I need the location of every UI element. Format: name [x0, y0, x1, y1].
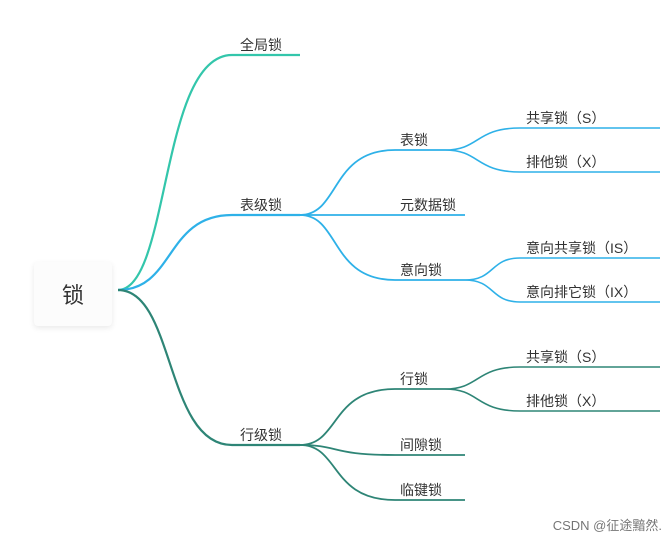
- node-row-shared[interactable]: 共享锁（S）: [526, 347, 605, 370]
- node-table-level-lock[interactable]: 表级锁: [240, 195, 282, 218]
- node-table-exclusive[interactable]: 排他锁（X）: [526, 152, 605, 175]
- node-gap-lock[interactable]: 间隙锁: [400, 435, 442, 458]
- root-node[interactable]: 锁: [34, 262, 112, 326]
- node-table-lock[interactable]: 表锁: [400, 130, 428, 153]
- node-row-level-lock[interactable]: 行级锁: [240, 425, 282, 448]
- node-intent-shared[interactable]: 意向共享锁（IS）: [526, 238, 637, 261]
- node-meta-lock[interactable]: 元数据锁: [400, 195, 456, 218]
- node-row-lock[interactable]: 行锁: [400, 369, 428, 392]
- node-row-exclusive[interactable]: 排他锁（X）: [526, 391, 605, 414]
- node-nextkey-lock[interactable]: 临键锁: [400, 480, 442, 503]
- watermark: CSDN @征途黯然.: [553, 515, 662, 534]
- mindmap-canvas: 锁 全局锁 表级锁 行级锁 表锁 元数据锁 意向锁 共享锁（S） 排他锁（X） …: [0, 0, 672, 540]
- node-table-shared[interactable]: 共享锁（S）: [526, 108, 605, 131]
- node-global-lock[interactable]: 全局锁: [240, 35, 282, 58]
- node-intent-exclusive[interactable]: 意向排它锁（IX）: [526, 282, 637, 305]
- root-label: 锁: [62, 283, 84, 308]
- node-intent-lock[interactable]: 意向锁: [400, 260, 442, 283]
